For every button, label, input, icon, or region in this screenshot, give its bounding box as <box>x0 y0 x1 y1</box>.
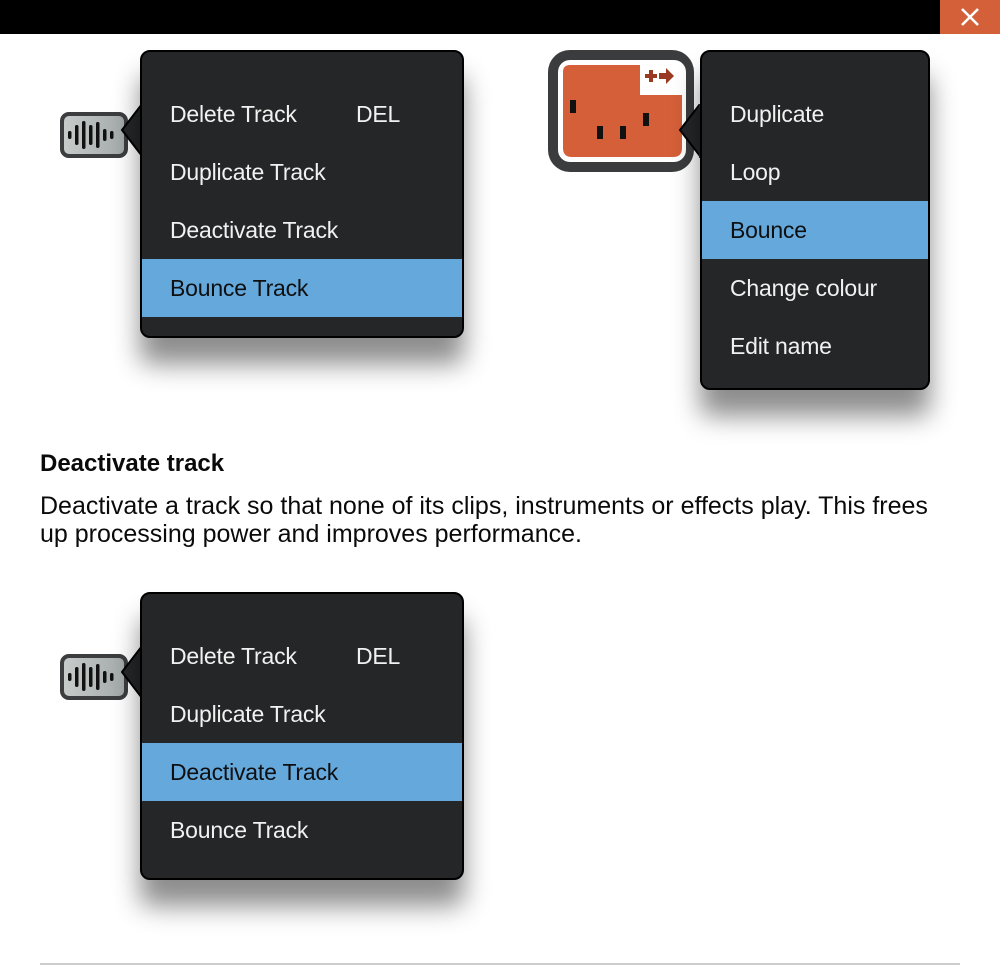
menu-item-delete-track[interactable]: Delete Track DEL <box>142 85 462 143</box>
menu-item-label: Loop <box>730 159 781 185</box>
close-button[interactable] <box>940 0 1000 34</box>
menu-item-label: Delete Track <box>170 101 297 127</box>
menu-item-label: Bounce <box>730 217 807 243</box>
section-description: Deactivate a track so that none of its c… <box>40 492 928 548</box>
menu-item-label: Duplicate Track <box>170 159 326 185</box>
top-bar <box>0 0 1000 34</box>
track-context-menu-top: Delete Track DEL Duplicate Track Deactiv… <box>140 50 464 338</box>
midi-clip-icon[interactable] <box>548 50 694 172</box>
menu-item-label: Bounce Track <box>170 275 309 301</box>
menu-item-duplicate-track[interactable]: Duplicate Track <box>142 143 462 201</box>
shortcut-label: DEL <box>356 643 401 669</box>
menu-item-bounce-track[interactable]: Bounce Track <box>142 259 462 317</box>
menu-item-delete-track[interactable]: Delete Track DEL <box>142 627 462 685</box>
menu-item-bounce-track[interactable]: Bounce Track <box>142 801 462 859</box>
menu-pointer <box>678 104 702 159</box>
menu-item-label: Change colour <box>730 275 878 301</box>
menu-item-label: Deactivate Track <box>170 759 339 785</box>
menu-item-edit-name[interactable]: Edit name <box>702 317 928 375</box>
menu-item-label: Duplicate <box>730 101 825 127</box>
menu-item-loop[interactable]: Loop <box>702 143 928 201</box>
track-context-menu-bottom: Delete Track DEL Duplicate Track Deactiv… <box>140 592 464 880</box>
menu-item-label: Edit name <box>730 333 832 359</box>
shortcut-label: DEL <box>356 101 401 127</box>
close-icon <box>961 8 979 26</box>
section-divider <box>40 963 960 965</box>
menu-item-label: Deactivate Track <box>170 217 339 243</box>
clip-context-menu: Duplicate Loop Bounce Change colour Edit… <box>700 50 930 390</box>
menu-item-change-colour[interactable]: Change colour <box>702 259 928 317</box>
menu-item-label: Delete Track <box>170 643 297 669</box>
menu-item-deactivate-track[interactable]: Deactivate Track <box>142 743 462 801</box>
menu-item-duplicate[interactable]: Duplicate <box>702 85 928 143</box>
section-heading: Deactivate track <box>40 450 225 477</box>
menu-item-bounce[interactable]: Bounce <box>702 201 928 259</box>
menu-item-deactivate-track[interactable]: Deactivate Track <box>142 201 462 259</box>
menu-item-label: Bounce Track <box>170 817 309 843</box>
menu-item-label: Duplicate Track <box>170 701 326 727</box>
menu-item-duplicate-track[interactable]: Duplicate Track <box>142 685 462 743</box>
